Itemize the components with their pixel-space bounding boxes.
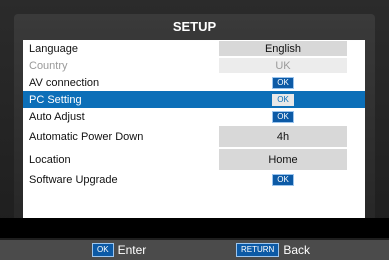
menu-item-pc-setting[interactable]: PC Setting OK xyxy=(23,91,365,108)
back-hint[interactable]: RETURN Back xyxy=(236,243,310,257)
footer-hints: OK Enter RETURN Back xyxy=(0,240,389,260)
ok-badge: OK xyxy=(272,173,294,186)
menu-item-label: Location xyxy=(29,153,71,166)
setup-menu-list: Language English Country UK AV connectio… xyxy=(23,40,365,226)
menu-item-value: OK xyxy=(219,109,347,124)
menu-item-label: Automatic Power Down xyxy=(29,130,144,143)
back-label: Back xyxy=(283,243,311,257)
menu-item-country: Country UK xyxy=(23,57,365,74)
menu-item-value: OK xyxy=(219,75,347,90)
return-key-icon: RETURN xyxy=(236,243,280,257)
menu-item-value: UK xyxy=(219,58,347,73)
enter-label: Enter xyxy=(117,243,147,257)
menu-item-label: Language xyxy=(29,42,78,55)
ok-badge: OK xyxy=(272,76,294,89)
setup-panel: SETUP Language English Country UK AV con… xyxy=(14,14,375,232)
panel-bottom-bar xyxy=(0,218,389,238)
menu-item-value: OK xyxy=(219,172,347,187)
menu-item-value: OK xyxy=(219,92,347,107)
menu-item-value: 4h xyxy=(219,126,347,147)
menu-item-label: AV connection xyxy=(29,76,100,89)
ok-badge: OK xyxy=(272,93,294,106)
menu-item-software-upgrade[interactable]: Software Upgrade OK xyxy=(23,171,365,188)
menu-item-label: PC Setting xyxy=(29,93,82,106)
menu-item-automatic-power-down[interactable]: Automatic Power Down 4h xyxy=(23,125,365,148)
menu-title: SETUP xyxy=(172,18,217,34)
menu-item-label: Software Upgrade xyxy=(29,173,118,186)
tv-screen: SETUP Language English Country UK AV con… xyxy=(0,0,389,260)
menu-item-label: Auto Adjust xyxy=(29,110,85,123)
ok-key-icon: OK xyxy=(92,243,114,257)
menu-item-value: English xyxy=(219,41,347,56)
menu-item-label: Country xyxy=(29,59,68,72)
menu-item-location[interactable]: Location Home xyxy=(23,148,365,171)
ok-badge: OK xyxy=(272,110,294,123)
enter-hint[interactable]: OK Enter xyxy=(92,243,146,257)
menu-item-av-connection[interactable]: AV connection OK xyxy=(23,74,365,91)
menu-item-language[interactable]: Language English xyxy=(23,40,365,57)
menu-item-auto-adjust[interactable]: Auto Adjust OK xyxy=(23,108,365,125)
menu-item-value: Home xyxy=(219,149,347,170)
